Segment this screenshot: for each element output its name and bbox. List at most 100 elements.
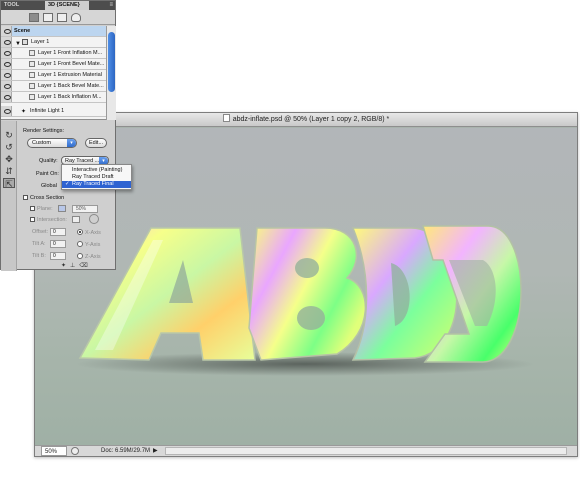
radio-icon[interactable] [77,253,83,259]
panel-menu-icon[interactable]: ≡ [109,1,113,10]
intersection-label: Intersection: [37,217,67,223]
plane-option[interactable]: Plane: [30,206,53,212]
doc-size-readout: Doc: 6.59M/29.7M [101,448,151,454]
tab-3d-scene[interactable]: 3D {SCENE} [45,1,89,10]
material-swatch-icon [29,83,35,89]
document-title: abdz-inflate.psd @ 50% (Layer 1 copy 2, … [232,116,390,123]
scene-row[interactable]: Scene [1,26,106,37]
y-axis-label: Y-Axis [85,242,101,248]
visibility-eye-icon[interactable] [1,106,12,116]
material-row-label: Layer 1 Front Bevel Mate... [38,61,105,67]
material-swatch-icon [29,94,35,100]
document-icon [222,114,230,122]
panel-tab-bar: TOOL PRESETS 3D {SCENE} ≡ [1,1,115,17]
cross-section-checkbox[interactable]: Cross Section [23,195,64,201]
intersection-option[interactable]: Intersection: [30,217,67,223]
scene-list: Scene ▼ Layer 1 Layer 1 Front Inflation … [1,26,106,120]
tab-tool-presets[interactable]: TOOL PRESETS [1,1,45,17]
screen: { "panel": { "tabs": [ {"label": "TOOL P… [0,0,580,479]
intersection-color-swatch[interactable] [72,216,80,223]
rotate-tool-icon[interactable]: ↻ [3,130,15,140]
material-row-label: Layer 1 Back Inflation M... [38,94,102,100]
roll-tool-icon[interactable]: ↺ [3,142,15,152]
light-filter-icon[interactable] [71,13,81,22]
scene-list-scrollbar[interactable] [106,26,116,120]
ground-icon[interactable]: ⊥ [70,263,79,269]
status-menu-arrow-icon[interactable]: ▶ [153,446,158,456]
flip-cross-section-icon[interactable] [89,214,99,224]
tilt-b-field[interactable]: 0 [50,252,66,260]
scene-row-label: Scene [14,28,31,34]
cross-section-label: Cross Section [30,195,65,201]
material-row[interactable]: Layer 1 Front Bevel Mate... [1,59,106,70]
filter-bar [1,10,115,25]
zoom-field[interactable]: 50% [41,446,67,456]
checkbox-icon[interactable] [30,206,35,211]
scene-filter-icon[interactable] [29,13,39,22]
quality-option-final-label: Ray Traced Final [72,181,114,187]
panel-footer-icons: ✦⊥⌫ [61,262,92,269]
material-swatch-icon [29,50,35,56]
plane-color-swatch[interactable] [58,205,66,212]
layer-row-label: Layer 1 [31,39,50,45]
material-row[interactable]: Layer 1 Back Bevel Mate... [1,81,106,92]
checkmark-icon: ✓ [65,181,70,187]
delete-icon[interactable]: ⌫ [79,263,91,269]
radio-icon[interactable] [77,241,83,247]
checkbox-icon[interactable] [23,195,28,200]
status-options-icon[interactable] [71,447,79,455]
quality-option-interactive[interactable]: Interactive (Painting) [62,167,131,174]
mesh-icon [22,39,28,45]
edit-render-settings-button[interactable]: Edit... [85,138,107,148]
offset-field[interactable]: 0 [50,228,66,236]
material-swatch-icon [29,72,35,78]
scrollbar-thumb[interactable] [108,32,115,92]
plane-opacity-field[interactable]: 50% [72,205,98,213]
layer-row[interactable]: ▼ Layer 1 [1,37,106,48]
x-axis-label: X-Axis [85,230,101,236]
paint-on-label: Paint On: [36,171,59,177]
disclosure-triangle-icon[interactable]: ▼ [15,39,21,47]
3d-scene-panel: TOOL PRESETS 3D {SCENE} ≡ Scene ▼ Layer … [0,0,132,271]
material-filter-icon[interactable] [57,13,67,22]
visibility-eye-icon[interactable] [1,48,12,58]
slide-tool-icon[interactable]: ⇵ [3,166,15,176]
material-row-label: Layer 1 Back Bevel Mate... [38,83,104,89]
visibility-eye-icon[interactable] [1,92,12,102]
document-status-bar: 50% Doc: 6.59M/29.7M ▶ [35,445,577,456]
visibility-eye-icon[interactable] [1,70,12,80]
light-row-label: Infinite Light 1 [30,108,65,114]
material-row[interactable]: Layer 1 Front Inflation M... [1,48,106,59]
quality-option-final[interactable]: ✓ Ray Traced Final [62,181,131,188]
mesh-filter-icon[interactable] [43,13,53,22]
new-light-icon[interactable]: ✦ [61,263,70,269]
visibility-eye-icon[interactable] [1,59,12,69]
tilt-a-field[interactable]: 0 [50,240,66,248]
light-row[interactable]: ✦ Infinite Light 1 [1,106,106,117]
render-settings-label: Render Settings: [23,128,64,134]
tilt-a-label: Tilt A: [32,241,46,247]
pan-tool-icon[interactable]: ✥ [3,154,15,164]
scale-tool-icon[interactable]: ⇱ [3,178,15,189]
visibility-eye-icon[interactable] [1,26,12,36]
tilt-b-label: Tilt B: [32,253,46,259]
offset-label: Offset: [32,229,49,235]
radio-icon[interactable] [77,229,83,235]
horizontal-scrollbar[interactable] [165,447,567,455]
material-row[interactable]: Layer 1 Back Inflation M... [1,92,106,103]
quality-option-draft[interactable]: Ray Traced Draft [62,174,131,181]
quality-dropdown-menu: Interactive (Painting) Ray Traced Draft … [61,164,132,190]
material-row[interactable]: Layer 1 Extrusion Material [1,70,106,81]
checkbox-icon[interactable] [30,217,35,222]
z-axis-radio[interactable]: Z-Axis [77,253,101,260]
plane-label: Plane: [37,206,53,212]
visibility-eye-icon[interactable] [1,81,12,91]
y-axis-radio[interactable]: Y-Axis [77,241,100,248]
render-preset-select[interactable]: Custom ▾ [27,138,77,148]
document-title-bar[interactable]: abdz-inflate.psd @ 50% (Layer 1 copy 2, … [35,113,577,127]
x-axis-radio[interactable]: X-Axis [77,229,101,236]
material-swatch-icon [29,61,35,67]
render-preset-value: Custom [32,140,51,146]
global-label: Global [41,183,57,189]
visibility-eye-icon[interactable] [1,37,12,47]
